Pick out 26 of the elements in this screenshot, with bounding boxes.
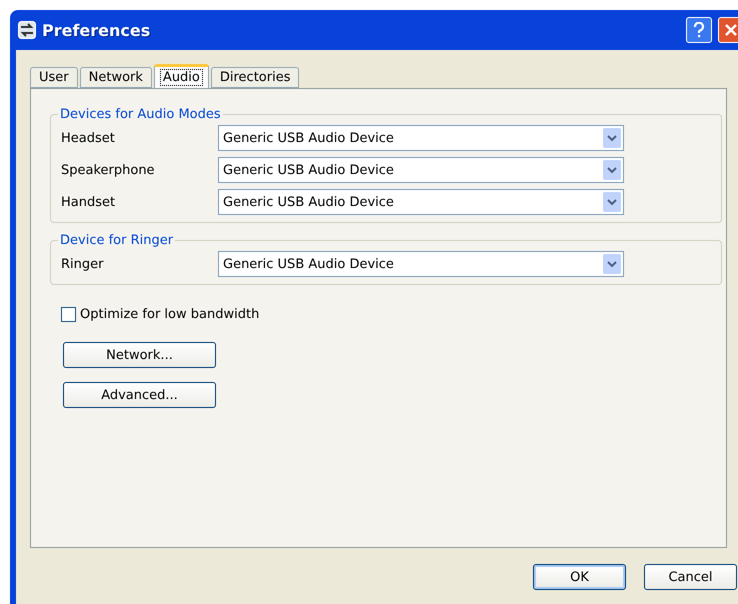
arrows-icon (18, 21, 36, 39)
device-dropdown[interactable]: Generic USB Audio Device (218, 125, 624, 151)
tab[interactable]: User (30, 67, 78, 88)
settings-button[interactable]: Network... (63, 342, 216, 368)
field-label: Speakerphone (61, 162, 156, 178)
dialog-button[interactable]: OK (533, 564, 626, 590)
checkbox-label: Optimize for low bandwidth (80, 307, 260, 322)
device-dropdown[interactable]: Generic USB Audio Device (218, 157, 624, 183)
close-button[interactable] (718, 17, 738, 43)
tab[interactable]: Directories (210, 67, 300, 88)
field-label: Headset (61, 130, 116, 146)
help-button[interactable] (686, 17, 712, 43)
checkbox[interactable] (61, 307, 76, 322)
close-icon (724, 23, 738, 37)
field-label: Handset (61, 194, 116, 210)
group-title: Devices for Audio Modes (59, 107, 222, 122)
settings-button[interactable]: Advanced... (63, 382, 216, 408)
group-title: Device for Ringer (59, 233, 174, 248)
field-label: Ringer (61, 256, 104, 272)
question-mark-icon (693, 22, 705, 38)
device-dropdown[interactable]: Generic USB Audio Device (218, 189, 624, 215)
tab[interactable]: Audio (154, 64, 209, 88)
tab[interactable]: Network (80, 67, 152, 88)
device-dropdown[interactable]: Generic USB Audio Device (218, 251, 624, 277)
window-title: Preferences (42, 20, 152, 40)
dialog-button[interactable]: Cancel (644, 564, 737, 590)
